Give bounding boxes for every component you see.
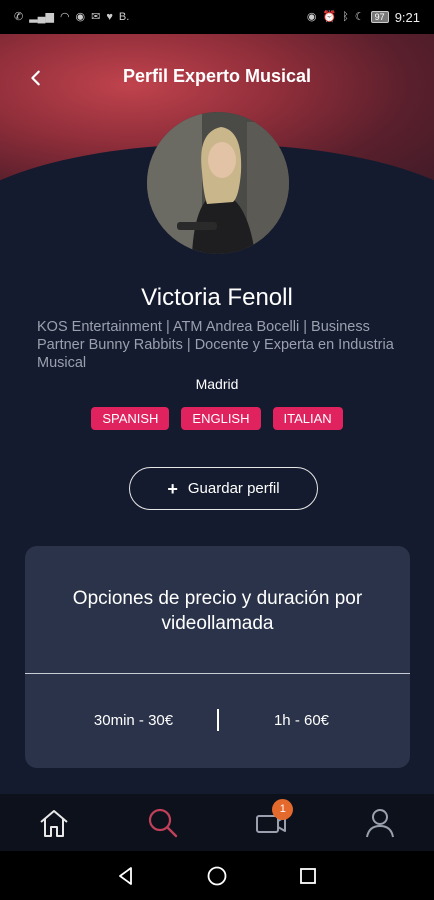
save-profile-label: Guardar perfil	[187, 480, 280, 497]
home-circle-icon[interactable]	[206, 865, 228, 887]
nav-video-calls[interactable]: 1	[246, 798, 296, 845]
price-separator	[216, 709, 219, 731]
gmail-icon: ✉	[91, 10, 101, 23]
nav-profile[interactable]	[355, 801, 405, 845]
price-option[interactable]: 30min - 30€	[59, 712, 209, 729]
nav-search[interactable]	[138, 801, 188, 845]
language-badge: ENGLISH	[181, 407, 261, 430]
wifi-icon: ◠	[59, 10, 70, 23]
alarm-icon: ⏰	[322, 10, 337, 23]
eye-icon: ◉	[306, 10, 317, 23]
nav-home[interactable]	[29, 801, 79, 845]
recents-square-icon[interactable]	[297, 865, 319, 887]
battery-indicator: 97	[370, 11, 389, 23]
pricing-card: Opciones de precio y duración por videol…	[25, 546, 410, 768]
back-triangle-icon[interactable]	[115, 865, 137, 887]
status-bar: ✆ ▂▄▆ ◠ ◉ ✉ ♥ B. ◉ ⏰ ᛒ ☾ 97 9:21	[0, 0, 434, 34]
avatar	[147, 112, 289, 254]
language-badge: ITALIAN	[272, 407, 343, 430]
pricing-title: Opciones de precio y duración por videol…	[72, 588, 363, 634]
bluetooth-icon: ᛒ	[342, 10, 349, 23]
profile-bio: KOS Entertainment | ATM Andrea Bocelli |…	[37, 319, 394, 371]
price-option[interactable]: 1h - 60€	[227, 712, 377, 729]
status-time: 9:21	[394, 9, 420, 25]
home-icon	[40, 809, 68, 837]
status-right: ◉ ⏰ ᛒ ☾ 97 9:21	[307, 10, 420, 25]
pricing-options: 30min - 30€ 1h - 60€	[25, 709, 410, 731]
phone-icon: ✆	[14, 10, 24, 23]
video-call-badge: 1	[272, 798, 294, 820]
profile-city: Madrid	[195, 376, 239, 392]
language-list: SPANISH ENGLISH ITALIAN	[0, 407, 434, 430]
bottom-nav: 1	[0, 794, 434, 851]
profile-name: Victoria Fenoll	[141, 284, 293, 311]
moon-icon: ☾	[354, 10, 365, 23]
whatsapp-icon: ◉	[75, 10, 86, 23]
language-badge: SPANISH	[91, 407, 170, 430]
avatar-photo	[147, 112, 289, 254]
b-icon: B.	[118, 10, 130, 23]
signal-icon: ▂▄▆	[29, 10, 54, 23]
plus-icon: +	[167, 478, 178, 499]
save-profile-button[interactable]: + Guardar perfil	[129, 467, 318, 510]
search-icon	[148, 808, 177, 837]
profile-icon	[365, 808, 394, 837]
pricing-divider	[25, 673, 410, 674]
status-left: ✆ ▂▄▆ ◠ ◉ ✉ ♥ B.	[14, 10, 130, 23]
page-title: Perfil Experto Musical	[122, 66, 312, 86]
heart-icon: ♥	[106, 10, 113, 23]
android-nav-bar	[0, 851, 434, 900]
